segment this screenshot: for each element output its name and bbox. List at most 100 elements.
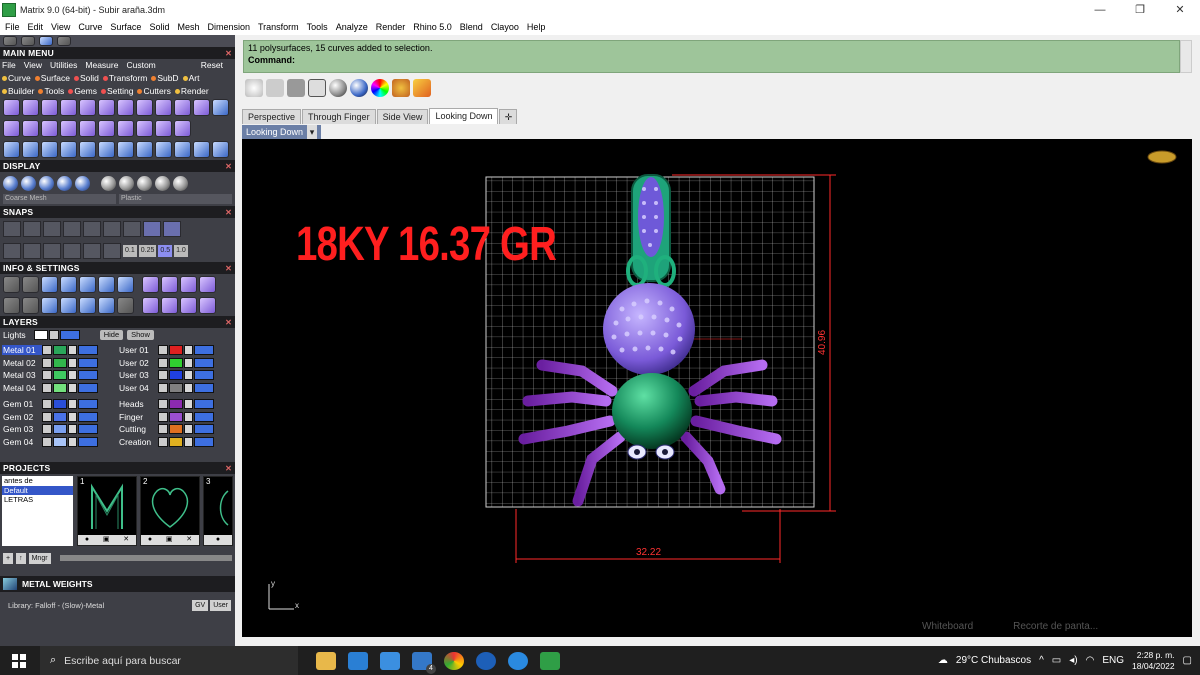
chip-transform[interactable]: Transform xyxy=(102,73,147,83)
project-item[interactable]: LETRAS xyxy=(2,495,73,505)
teamviewer-icon[interactable] xyxy=(508,651,528,670)
tool-icon[interactable] xyxy=(3,141,20,158)
up-project-button[interactable]: ↑ xyxy=(16,552,26,564)
capture-icon[interactable] xyxy=(287,79,305,97)
menu-clayoo[interactable]: Clayoo xyxy=(491,22,519,32)
tool-icon[interactable] xyxy=(180,297,197,314)
file-explorer-icon[interactable] xyxy=(316,651,336,670)
tool-icon[interactable] xyxy=(22,120,39,137)
layer-row[interactable]: User 03 xyxy=(118,369,233,382)
tool-icon[interactable] xyxy=(174,141,191,158)
tool-icon[interactable] xyxy=(3,36,17,46)
grid-value-3[interactable]: 0.5 xyxy=(158,245,173,257)
menu-surface[interactable]: Surface xyxy=(110,22,141,32)
material-icon[interactable] xyxy=(101,175,116,191)
tool-icon[interactable] xyxy=(98,141,115,158)
tool-icon[interactable] xyxy=(142,276,159,293)
wireframe-mode-icon[interactable] xyxy=(3,175,18,191)
weather-text[interactable]: 29°C Chubascos xyxy=(956,655,1031,666)
add-tab-button[interactable]: ✛ xyxy=(499,109,518,124)
menu-help[interactable]: Help xyxy=(527,22,546,32)
chip-cutters[interactable]: Cutters xyxy=(137,86,171,96)
menu-render[interactable]: Render xyxy=(376,22,406,32)
grid-value-2[interactable]: 0.25 xyxy=(138,245,157,257)
weather-icon[interactable]: ☁ xyxy=(938,655,948,666)
tool-icon[interactable] xyxy=(41,141,58,158)
shaded-sphere-icon[interactable] xyxy=(329,79,347,97)
tool-icon[interactable] xyxy=(60,120,77,137)
tool-icon[interactable] xyxy=(98,120,115,137)
tool-icon[interactable] xyxy=(98,297,115,314)
layer-row[interactable]: Gem 04 xyxy=(2,436,114,449)
projects-scrollbar[interactable] xyxy=(59,555,232,561)
project-thumbnail[interactable]: 1 ● ▣ ✕ xyxy=(77,476,137,546)
snap-toggle[interactable] xyxy=(23,221,41,237)
tool-icon[interactable] xyxy=(79,297,96,314)
close-icon[interactable]: ✕ xyxy=(225,162,232,171)
tool-icon[interactable] xyxy=(174,99,191,116)
chip-render[interactable]: Render xyxy=(174,86,209,96)
tool-icon[interactable] xyxy=(57,36,71,46)
tool-icon[interactable] xyxy=(3,297,20,314)
mesh-quality-select[interactable]: Coarse Mesh xyxy=(3,194,116,204)
mail-icon[interactable]: 4 xyxy=(412,651,436,674)
menu-blend[interactable]: Blend xyxy=(460,22,483,32)
add-project-button[interactable]: + xyxy=(3,552,14,564)
menu-transform[interactable]: Transform xyxy=(258,22,299,32)
tool-icon[interactable] xyxy=(193,141,210,158)
chevron-up-icon[interactable]: ^ xyxy=(1039,655,1044,666)
tool-icon[interactable] xyxy=(3,276,20,293)
material-icon[interactable] xyxy=(137,175,152,191)
maximize-button[interactable]: ❐ xyxy=(1120,0,1160,19)
menu-analyze[interactable]: Analyze xyxy=(336,22,368,32)
lock-icon[interactable] xyxy=(266,79,284,97)
layer-row[interactable]: Creation xyxy=(118,436,233,449)
command-prompt[interactable]: Command: xyxy=(244,55,1179,65)
tool-icon[interactable] xyxy=(117,276,134,293)
xray-mode-icon[interactable] xyxy=(75,175,90,191)
tool-icon[interactable] xyxy=(174,120,191,137)
chip-surface[interactable]: Surface xyxy=(34,73,70,83)
tool-icon[interactable] xyxy=(136,120,153,137)
mm-custom[interactable]: Custom xyxy=(126,60,155,70)
layer-row[interactable]: Gem 01 xyxy=(2,398,114,411)
snap-toggle[interactable] xyxy=(63,243,81,259)
tool-icon[interactable] xyxy=(180,276,197,293)
tool-icon[interactable] xyxy=(41,99,58,116)
close-icon[interactable]: ✕ xyxy=(225,464,232,473)
grid-value-1[interactable]: 0.1 xyxy=(123,245,137,257)
tool-icon[interactable] xyxy=(199,276,216,293)
tool-icon[interactable] xyxy=(98,276,115,293)
tool-icon[interactable] xyxy=(155,141,172,158)
tool-icon[interactable] xyxy=(212,99,229,116)
hide-button[interactable]: Hide xyxy=(99,330,124,340)
battery-icon[interactable]: ▭ xyxy=(1052,655,1061,666)
volume-icon[interactable]: ◂) xyxy=(1069,655,1077,666)
gv-button[interactable]: GV xyxy=(192,599,209,611)
snap-toggle[interactable] xyxy=(3,221,21,237)
project-thumbnail[interactable]: 2 ● ▣ ✕ xyxy=(140,476,200,546)
layer-row[interactable]: Heads xyxy=(118,398,233,411)
tool-icon[interactable] xyxy=(39,36,53,46)
menu-view[interactable]: View xyxy=(51,22,70,32)
tool-icon[interactable] xyxy=(21,36,35,46)
material-select[interactable]: Plastic xyxy=(119,194,232,204)
close-icon[interactable]: ✕ xyxy=(225,264,232,273)
windows-start-icon[interactable] xyxy=(12,653,26,668)
close-icon[interactable]: ✕ xyxy=(225,208,232,217)
mm-utilities[interactable]: Utilities xyxy=(50,60,77,70)
tool-icon[interactable] xyxy=(60,141,77,158)
menu-edit[interactable]: Edit xyxy=(28,22,44,32)
project-item[interactable]: antes de xyxy=(2,476,73,486)
menu-dimension[interactable]: Dimension xyxy=(207,22,250,32)
chip-curve[interactable]: Curve xyxy=(2,73,31,83)
menu-rhino[interactable]: Rhino 5.0 xyxy=(413,22,452,32)
user-button[interactable]: User xyxy=(210,599,231,611)
chip-setting[interactable]: Setting xyxy=(100,86,133,96)
layer-row[interactable]: User 04 xyxy=(118,382,233,395)
layer-row[interactable]: Metal 01 xyxy=(2,344,114,357)
reset-button[interactable]: Reset xyxy=(201,60,223,70)
zoom-extents-icon[interactable] xyxy=(308,79,326,97)
chip-tools[interactable]: Tools xyxy=(38,86,64,96)
chrome-icon[interactable] xyxy=(444,651,464,670)
